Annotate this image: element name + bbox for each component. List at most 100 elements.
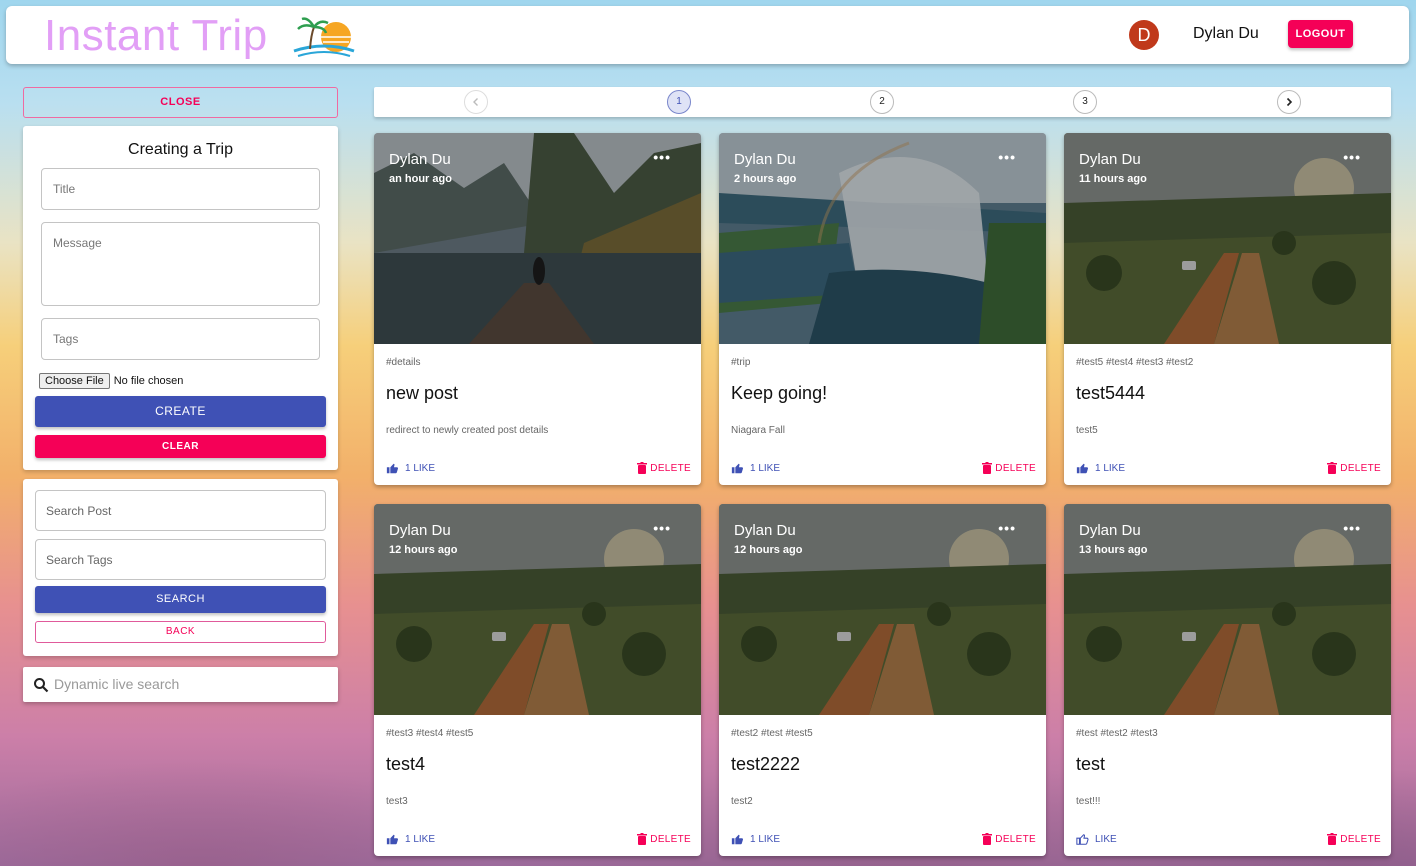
choose-file-button[interactable]: Choose File <box>39 373 110 389</box>
like-button[interactable]: 1 LIKE <box>731 462 780 475</box>
chevron-right-icon <box>1286 97 1293 107</box>
post-author: Dylan Du <box>389 151 451 168</box>
more-options-icon[interactable]: ••• <box>998 149 1016 165</box>
post-image[interactable]: Dylan Du an hour ago ••• <box>374 133 701 344</box>
logout-button[interactable]: LOGOUT <box>1288 20 1353 48</box>
like-label: 1 LIKE <box>405 463 436 474</box>
post-message: test5 <box>1076 425 1098 436</box>
post-message: redirect to newly created post details <box>386 425 549 436</box>
post-title: test5444 <box>1076 383 1146 403</box>
post-time: 11 hours ago <box>1079 173 1147 185</box>
delete-label: DELETE <box>650 833 691 845</box>
page-button-1[interactable]: 1 <box>667 90 691 114</box>
island-logo-icon <box>293 17 355 57</box>
post-time: 2 hours ago <box>734 173 797 185</box>
avatar[interactable]: D <box>1129 20 1159 50</box>
next-page-button[interactable] <box>1277 90 1301 114</box>
like-label: LIKE <box>1095 834 1117 845</box>
delete-button[interactable]: DELETE <box>1327 462 1381 474</box>
live-search-input[interactable]: Dynamic live search <box>23 667 338 702</box>
close-button[interactable]: CLOSE <box>23 87 338 118</box>
clear-button[interactable]: CLEAR <box>35 435 326 458</box>
post-author: Dylan Du <box>734 522 796 539</box>
search-button[interactable]: SEARCH <box>35 586 326 613</box>
post-image[interactable]: Dylan Du 12 hours ago ••• <box>719 504 1046 715</box>
delete-label: DELETE <box>1340 462 1381 474</box>
post-tags: #test5 #test4 #test3 #test2 <box>1076 357 1194 368</box>
search-panel: Search Post Search Tags SEARCH BACK <box>23 479 338 656</box>
trash-icon <box>982 462 993 474</box>
chevron-left-icon <box>473 98 478 106</box>
post-card[interactable]: Dylan Du 11 hours ago ••• #test5 #test4 … <box>1064 133 1391 485</box>
prev-page-button[interactable] <box>464 90 488 114</box>
delete-label: DELETE <box>995 833 1036 845</box>
more-options-icon[interactable]: ••• <box>1343 149 1361 165</box>
post-card[interactable]: Dylan Du 2 hours ago ••• #trip Keep goin… <box>719 133 1046 485</box>
trash-icon <box>1327 462 1338 474</box>
more-options-icon[interactable]: ••• <box>653 149 671 165</box>
more-options-icon[interactable]: ••• <box>1343 520 1361 536</box>
trash-icon <box>1327 833 1338 845</box>
trash-icon <box>982 833 993 845</box>
post-author: Dylan Du <box>734 151 796 168</box>
like-label: 1 LIKE <box>750 463 781 474</box>
post-author: Dylan Du <box>389 522 451 539</box>
post-time: 13 hours ago <box>1079 544 1148 556</box>
post-time: 12 hours ago <box>389 544 458 556</box>
like-button[interactable]: 1 LIKE <box>386 833 435 846</box>
post-time: 12 hours ago <box>734 544 803 556</box>
post-tags: #trip <box>731 357 751 368</box>
like-label: 1 LIKE <box>750 834 781 845</box>
delete-button[interactable]: DELETE <box>982 833 1036 845</box>
post-image[interactable]: Dylan Du 2 hours ago ••• <box>719 133 1046 344</box>
post-image[interactable]: Dylan Du 11 hours ago ••• <box>1064 133 1391 344</box>
pagination: 1 2 3 <box>374 87 1391 117</box>
brand-title[interactable]: Instant Trip <box>44 12 268 60</box>
post-message: Niagara Fall <box>731 425 785 436</box>
delete-button[interactable]: DELETE <box>637 833 691 845</box>
more-options-icon[interactable]: ••• <box>998 520 1016 536</box>
post-image[interactable]: Dylan Du 13 hours ago ••• <box>1064 504 1391 715</box>
thumb-up-icon <box>1076 463 1089 474</box>
post-author: Dylan Du <box>1079 522 1141 539</box>
page-button-3[interactable]: 3 <box>1073 90 1097 114</box>
post-card[interactable]: Dylan Du an hour ago ••• #details new po… <box>374 133 701 485</box>
post-card[interactable]: Dylan Du 12 hours ago ••• #test3 #test4 … <box>374 504 701 856</box>
post-tags: #test #test2 #test3 <box>1076 728 1158 739</box>
like-button[interactable]: 1 LIKE <box>386 462 435 475</box>
post-image[interactable]: Dylan Du 12 hours ago ••• <box>374 504 701 715</box>
tags-field[interactable]: Tags <box>41 318 320 360</box>
like-button[interactable]: LIKE <box>1076 833 1117 846</box>
post-title: test <box>1076 754 1106 774</box>
post-tags: #details <box>386 357 421 368</box>
message-field[interactable]: Message <box>41 222 320 306</box>
post-tags: #test3 #test4 #test5 <box>386 728 474 739</box>
post-card[interactable]: Dylan Du 13 hours ago ••• #test #test2 #… <box>1064 504 1391 856</box>
search-post-input[interactable]: Search Post <box>35 490 326 531</box>
delete-label: DELETE <box>650 462 691 474</box>
thumb-up-icon <box>386 834 399 845</box>
delete-button[interactable]: DELETE <box>982 462 1036 474</box>
create-button[interactable]: CREATE <box>35 396 326 427</box>
delete-button[interactable]: DELETE <box>1327 833 1381 845</box>
like-label: 1 LIKE <box>405 834 436 845</box>
search-icon <box>34 678 49 693</box>
delete-button[interactable]: DELETE <box>637 462 691 474</box>
post-title: test2222 <box>731 754 801 774</box>
create-trip-form: Creating a Trip Title Message Tags Choos… <box>23 126 338 470</box>
title-field[interactable]: Title <box>41 168 320 210</box>
like-button[interactable]: 1 LIKE <box>731 833 780 846</box>
more-options-icon[interactable]: ••• <box>653 520 671 536</box>
post-title: test4 <box>386 754 426 774</box>
delete-label: DELETE <box>1340 833 1381 845</box>
thumb-up-icon <box>1076 834 1089 845</box>
like-button[interactable]: 1 LIKE <box>1076 462 1125 475</box>
post-card[interactable]: Dylan Du 12 hours ago ••• #test2 #test #… <box>719 504 1046 856</box>
page-button-2[interactable]: 2 <box>870 90 894 114</box>
thumb-up-icon <box>731 834 744 845</box>
post-message: test!!! <box>1076 796 1101 807</box>
thumb-up-icon <box>731 463 744 474</box>
back-button[interactable]: BACK <box>35 621 326 643</box>
live-search-placeholder: Dynamic live search <box>54 676 180 692</box>
search-tags-input[interactable]: Search Tags <box>35 539 326 580</box>
